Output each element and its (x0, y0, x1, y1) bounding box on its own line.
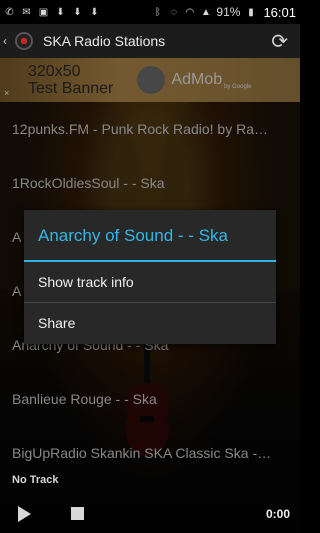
share-item[interactable]: Share (24, 303, 276, 343)
dialog-title: Anarchy of Sound - - Ska (24, 210, 276, 262)
clock: 16:01 (263, 4, 296, 20)
back-icon[interactable]: ‹ (3, 34, 13, 48)
battery-percent: 91% (216, 5, 241, 19)
download-icon: ⬇ (56, 6, 65, 18)
image-icon: ▣ (38, 6, 49, 18)
player-bar: 0:00 (0, 494, 300, 533)
show-track-info-item[interactable]: Show track info (24, 262, 276, 302)
context-menu-dialog: Anarchy of Sound - - Ska Show track info… (24, 210, 276, 344)
gmail-icon: ✉ (22, 6, 31, 18)
bluetooth-icon: ᛒ (154, 6, 161, 18)
signal-icon: ▲ (200, 6, 211, 18)
status-bar: ✆ ✉ ▣ ⬇ ⬇ ⬇ ᛒ ◌ ◠ ▲ 91% ▮ 16:01 (0, 0, 300, 24)
wifi-icon: ◠ (185, 6, 195, 18)
download-icon: ⬇ (73, 6, 82, 18)
mute-icon: ◌ (170, 6, 177, 18)
refresh-icon[interactable]: ⟳ (271, 29, 288, 54)
phone-icon: ✆ (5, 6, 14, 18)
play-icon[interactable] (18, 505, 31, 522)
app-logo[interactable] (15, 32, 33, 50)
page-title: SKA Radio Stations (43, 33, 166, 49)
now-playing-label: No Track (12, 474, 59, 486)
elapsed-time: 0:00 (265, 506, 290, 521)
battery-icon: ▮ (248, 6, 254, 18)
stop-icon[interactable] (71, 507, 84, 520)
action-bar: ‹ SKA Radio Stations ⟳ (0, 24, 300, 58)
download-icon: ⬇ (90, 6, 99, 18)
